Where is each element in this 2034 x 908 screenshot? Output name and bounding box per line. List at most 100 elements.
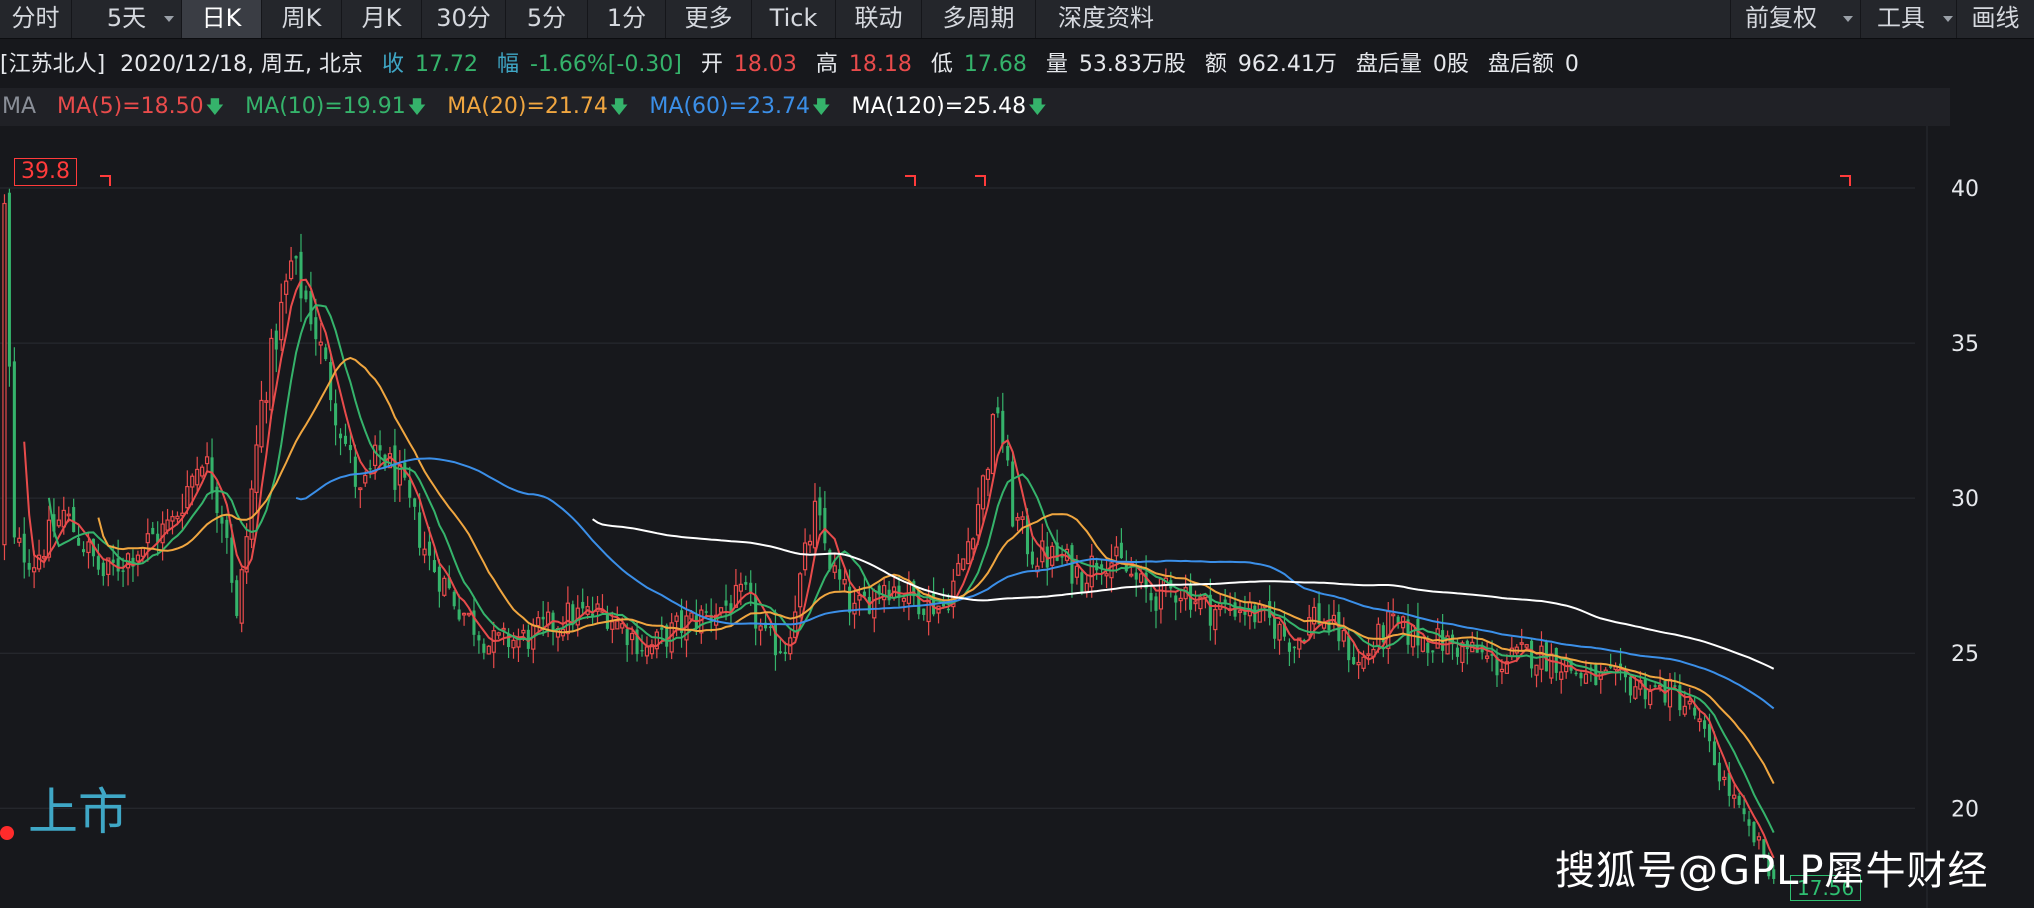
candle-up <box>501 627 506 631</box>
period-marker-icon <box>1840 175 1851 186</box>
candle-up <box>985 468 991 480</box>
candle-up <box>1722 776 1727 781</box>
candle-down <box>818 497 822 516</box>
candle-up <box>269 337 274 411</box>
candle-up <box>200 466 205 477</box>
tools-label: 工具 <box>1877 4 1925 32</box>
candle-up <box>1667 678 1673 708</box>
tab-monthly-k[interactable]: 月K <box>342 0 422 38</box>
candle-down <box>77 537 81 546</box>
ma60-text: MA(60)=23.74 <box>649 94 811 119</box>
candle-up <box>802 542 808 571</box>
candle-down <box>101 562 105 577</box>
candle-up <box>1559 671 1564 680</box>
high-label: 高 <box>815 52 838 77</box>
open-value: 18.03 <box>733 52 797 77</box>
ma120-legend[interactable]: MA(120)=25.48 🡇 <box>852 88 1047 127</box>
ma60-legend[interactable]: MA(60)=23.74 🡇 <box>649 88 830 127</box>
tab-tick[interactable]: Tick <box>752 0 836 38</box>
candle-down <box>309 291 313 325</box>
candle-down <box>1574 672 1578 675</box>
ma20-legend[interactable]: MA(20)=21.74 🡇 <box>447 88 628 127</box>
after-amount-label: 盘后额 <box>1487 52 1554 77</box>
ma10-legend[interactable]: MA(10)=19.91 🡇 <box>245 88 426 127</box>
y-tick-label: 20 <box>1951 797 1979 822</box>
candle-down <box>235 580 239 616</box>
candle-up <box>1484 655 1490 659</box>
candle-up <box>1015 517 1020 521</box>
candle-up <box>66 513 71 517</box>
candle-up <box>980 475 986 510</box>
tab-multi-period[interactable]: 多周期 <box>922 0 1036 38</box>
adjust-label: 前复权 <box>1745 4 1817 32</box>
candle-up <box>1519 642 1524 645</box>
tab-linked[interactable]: 联动 <box>836 0 922 38</box>
candle-down <box>482 643 486 653</box>
watermark: 搜狐号@GPLP犀牛财经 <box>1555 848 1989 894</box>
period-toolbar: 分时 5天 日K 周K 月K 30分 5分 1分 更多 Tick 联动 多周期 … <box>0 0 2034 39</box>
ma5-legend[interactable]: MA(5)=18.50 🡇 <box>57 88 224 127</box>
candle-up <box>135 554 141 562</box>
tab-weekly-k[interactable]: 周K <box>262 0 342 38</box>
candle-up <box>31 567 37 573</box>
ma120-line <box>592 518 1775 670</box>
candle-up <box>536 617 541 627</box>
candle-down <box>744 582 748 585</box>
ma120-text: MA(120)=25.48 <box>851 94 1027 119</box>
chevron-down-icon <box>1943 16 1953 22</box>
listing-label: 上市 <box>28 783 128 841</box>
tab-5day[interactable]: 5天 <box>72 0 182 38</box>
kline-chart[interactable]: 40 35 30 25 20 <box>0 126 2034 908</box>
tab-30min[interactable]: 30分 <box>422 0 506 38</box>
candle-up <box>1158 578 1164 610</box>
candle-down <box>230 537 234 583</box>
candle-down <box>996 407 1000 414</box>
candle-down <box>1628 676 1632 696</box>
candle-down <box>1287 642 1291 652</box>
tab-daily-k[interactable]: 日K <box>182 0 262 38</box>
tools-dropdown[interactable]: 工具 <box>1860 0 1956 38</box>
tab-5min[interactable]: 5分 <box>506 0 588 38</box>
candle-up <box>254 444 259 493</box>
tab-more[interactable]: 更多 <box>666 0 752 38</box>
candle-down <box>432 560 436 573</box>
candle-down <box>724 600 728 606</box>
candle-down <box>96 556 100 570</box>
candle-up <box>363 474 368 484</box>
candle-down <box>1030 551 1034 565</box>
candle-down <box>304 290 308 300</box>
candle-up <box>1114 546 1119 557</box>
candle-up <box>565 602 571 635</box>
ma-legend-label[interactable]: MA <box>2 88 36 126</box>
candle-down <box>314 317 318 340</box>
candle-up <box>264 400 269 403</box>
quote-info-line: [江苏北人] 2020/12/18, 周五, 北京 收 17.72 幅 -1.6… <box>0 48 2034 82</box>
candle-up <box>1104 573 1109 577</box>
ma5-line <box>23 278 1775 859</box>
candle-up <box>1549 653 1554 679</box>
tab-1min[interactable]: 1分 <box>588 0 666 38</box>
ma20-text: MA(20)=21.74 <box>447 94 608 119</box>
candle-up <box>1139 573 1144 583</box>
candle-down <box>116 558 120 572</box>
candle-up <box>486 645 491 655</box>
draw-line-button[interactable]: 画线 <box>1956 0 2034 38</box>
candle-up <box>807 540 813 546</box>
candle-down <box>625 628 629 646</box>
candle-up <box>288 260 294 280</box>
amount-label: 额 <box>1204 52 1227 77</box>
candle-down <box>294 255 298 259</box>
candle-up <box>422 548 427 556</box>
candle-up <box>1386 611 1391 649</box>
candle-up <box>204 456 210 465</box>
candle-down <box>1149 592 1153 601</box>
candle-down <box>378 445 382 451</box>
candle-up <box>961 558 966 571</box>
candle-up <box>1366 653 1371 656</box>
tab-timeshare[interactable]: 分时 <box>0 0 72 38</box>
candle-up <box>812 500 818 549</box>
tab-deep-data[interactable]: 深度资料 <box>1036 0 1176 38</box>
candle-up <box>842 579 847 585</box>
candle-down <box>838 569 842 580</box>
adjust-dropdown[interactable]: 前复权 <box>1730 0 1860 38</box>
